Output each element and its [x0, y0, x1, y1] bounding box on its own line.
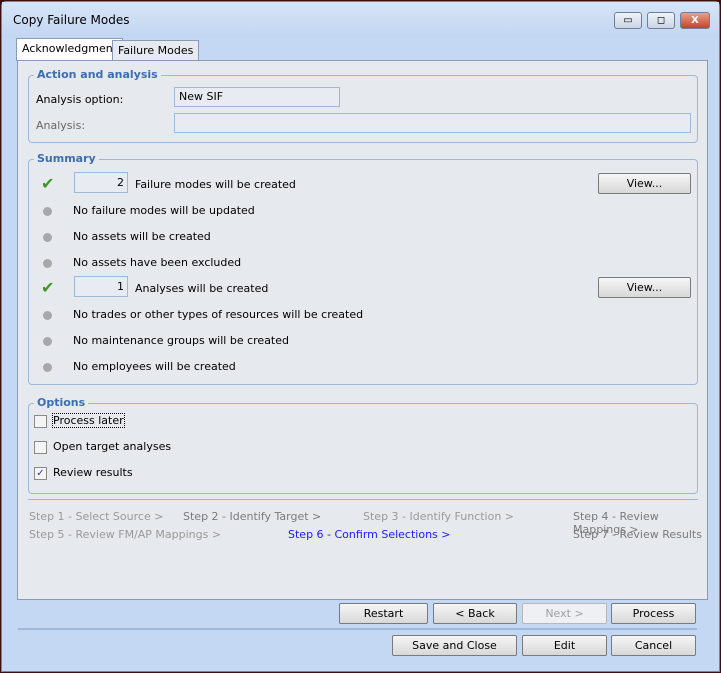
- check-icon: ✔: [41, 174, 55, 193]
- failure-modes-count: 2: [74, 172, 128, 193]
- summary-text: No trades or other types of resources wi…: [73, 308, 364, 321]
- cancel-button[interactable]: Cancel: [611, 635, 696, 656]
- maximize-button[interactable]: ◻: [647, 12, 675, 29]
- restart-button[interactable]: Restart: [339, 603, 428, 624]
- summary-text: No maintenance groups will be created: [73, 334, 289, 347]
- review-results-label[interactable]: Review results: [53, 466, 133, 479]
- dialog-window: Copy Failure Modes ▭ ◻ X Acknowledgment …: [1, 1, 720, 672]
- title-bar: Copy Failure Modes ▭ ◻ X: [2, 2, 719, 38]
- analyses-count: 1: [74, 276, 128, 297]
- process-later-label[interactable]: Process later: [52, 413, 125, 428]
- tab-failure-modes[interactable]: Failure Modes: [112, 40, 200, 60]
- back-button[interactable]: < Back: [433, 603, 517, 624]
- tab-panel: Action and analysis Analysis option: New…: [17, 60, 708, 600]
- action-group: Action and analysis Analysis option: New…: [28, 68, 698, 143]
- footer-divider: [18, 628, 697, 630]
- options-group: Options Process later Open target analys…: [28, 396, 698, 494]
- step-3[interactable]: Step 3 - Identify Function >: [363, 510, 514, 523]
- step-7[interactable]: Step 7 - Review Results: [573, 528, 702, 541]
- summary-group-title: Summary: [34, 152, 99, 165]
- analysis-label: Analysis:: [36, 119, 86, 132]
- process-later-checkbox[interactable]: [34, 415, 47, 428]
- next-button[interactable]: Next >: [522, 603, 607, 624]
- analysis-option-field[interactable]: New SIF: [174, 87, 340, 107]
- divider: [28, 499, 698, 500]
- dot-icon: [43, 207, 52, 216]
- action-group-title: Action and analysis: [34, 68, 161, 81]
- analysis-field: [174, 113, 691, 133]
- dot-icon: [43, 337, 52, 346]
- summary-text: Failure modes will be created: [135, 178, 296, 191]
- minimize-button[interactable]: ▭: [614, 12, 642, 29]
- check-icon: ✔: [41, 278, 55, 297]
- step-2[interactable]: Step 2 - Identify Target >: [183, 510, 321, 523]
- close-button[interactable]: X: [680, 12, 710, 29]
- options-group-title: Options: [34, 396, 89, 409]
- summary-text: No failure modes will be updated: [73, 204, 255, 217]
- step-6[interactable]: Step 6 - Confirm Selections >: [288, 528, 451, 541]
- window-title: Copy Failure Modes: [13, 13, 130, 27]
- review-results-checkbox[interactable]: ✓: [34, 467, 47, 480]
- view-analyses-button[interactable]: View...: [598, 277, 691, 298]
- step-5[interactable]: Step 5 - Review FM/AP Mappings >: [29, 528, 221, 541]
- edit-button[interactable]: Edit: [522, 635, 607, 656]
- summary-text: No assets have been excluded: [73, 256, 242, 269]
- dot-icon: [43, 363, 52, 372]
- step-1[interactable]: Step 1 - Select Source >: [29, 510, 163, 523]
- process-button[interactable]: Process: [611, 603, 696, 624]
- dot-icon: [43, 259, 52, 268]
- open-target-analyses-label[interactable]: Open target analyses: [53, 440, 171, 453]
- summary-group: Summary ✔ 2 Failure modes will be create…: [28, 152, 698, 385]
- open-target-analyses-checkbox[interactable]: [34, 441, 47, 454]
- save-and-close-button[interactable]: Save and Close: [392, 635, 517, 656]
- analysis-option-label: Analysis option:: [36, 93, 124, 106]
- tab-acknowledgment[interactable]: Acknowledgment: [16, 38, 124, 61]
- summary-text: No employees will be created: [73, 360, 236, 373]
- dot-icon: [43, 233, 52, 242]
- view-failure-modes-button[interactable]: View...: [598, 173, 691, 194]
- summary-text: No assets will be created: [73, 230, 211, 243]
- dot-icon: [43, 311, 52, 320]
- summary-text: Analyses will be created: [135, 282, 269, 295]
